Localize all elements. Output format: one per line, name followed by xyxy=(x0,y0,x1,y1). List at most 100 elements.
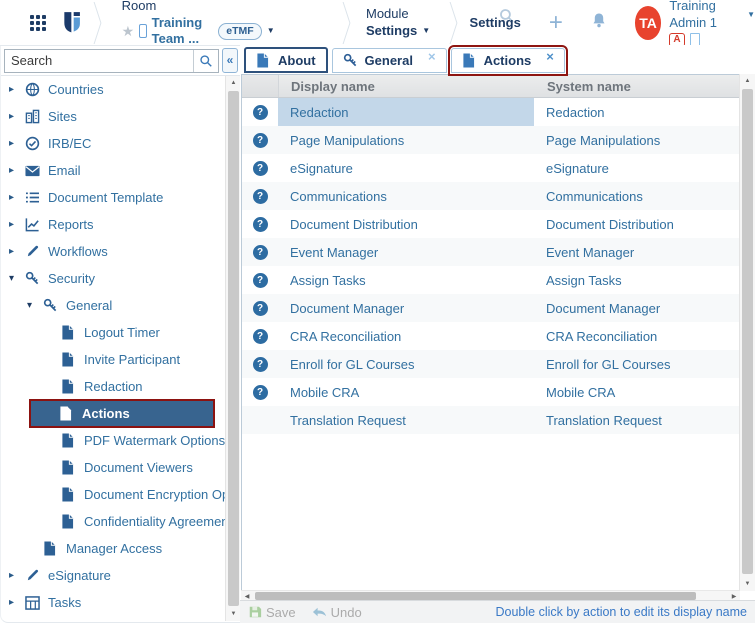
save-button[interactable]: Save xyxy=(248,605,296,620)
sidebar-item-redaction[interactable]: Redaction xyxy=(1,373,226,400)
system-name-cell[interactable]: Translation Request xyxy=(534,406,739,434)
sidebar-item-pdf-watermark-options[interactable]: PDF Watermark Options xyxy=(1,427,226,454)
expand-arrow-icon[interactable]: ▸ xyxy=(9,570,25,581)
sidebar-item-tasks[interactable]: ▸ Tasks xyxy=(1,589,226,616)
expand-arrow-icon[interactable]: ▾ xyxy=(9,273,25,284)
display-name-cell[interactable]: Page Manipulations xyxy=(278,126,534,154)
system-name-cell[interactable]: Event Manager xyxy=(534,238,739,266)
expand-arrow-icon[interactable]: ▸ xyxy=(9,597,25,608)
notifications-bell-icon[interactable] xyxy=(591,12,607,34)
app-grid-icon[interactable] xyxy=(30,15,46,31)
tab-actions[interactable]: Actions × xyxy=(451,48,565,73)
scroll-up-icon[interactable]: ▲ xyxy=(740,74,755,88)
sidebar-item-logout-timer[interactable]: Logout Timer xyxy=(1,319,226,346)
table-row[interactable]: ? Document Manager Document Manager xyxy=(242,294,739,322)
sidebar-item-sites[interactable]: ▸ Sites xyxy=(1,103,226,130)
sidebar-item-partial[interactable]: ▸ xyxy=(1,616,226,621)
sidebar-item-email[interactable]: ▸ Email xyxy=(1,157,226,184)
info-icon[interactable]: ? xyxy=(253,301,268,316)
sidebar-item-document-encryption-options[interactable]: Document Encryption Options xyxy=(1,481,226,508)
expand-arrow-icon[interactable]: ▸ xyxy=(9,192,25,203)
table-row[interactable]: ? Communications Communications xyxy=(242,182,739,210)
sidebar-scrollbar[interactable]: ▲ ▼ xyxy=(225,76,241,621)
add-icon[interactable]: + xyxy=(549,11,563,35)
room-caret-icon[interactable]: ▼ xyxy=(267,26,275,36)
info-icon[interactable]: ? xyxy=(253,385,268,400)
tab-close-icon[interactable]: × xyxy=(428,50,436,63)
sidebar-item-document-template[interactable]: ▸ Document Template xyxy=(1,184,226,211)
tab-general[interactable]: General × xyxy=(332,48,447,73)
table-row[interactable]: ? CRA Reconciliation CRA Reconciliation xyxy=(242,322,739,350)
system-name-cell[interactable]: eSignature xyxy=(534,154,739,182)
table-row[interactable]: ? eSignature eSignature xyxy=(242,154,739,182)
sidebar-item-manager-access[interactable]: Manager Access xyxy=(1,535,226,562)
system-name-cell[interactable]: Assign Tasks xyxy=(534,266,739,294)
info-icon[interactable]: ? xyxy=(253,161,268,176)
info-icon[interactable]: ? xyxy=(253,273,268,288)
display-name-cell[interactable]: Event Manager xyxy=(278,238,534,266)
expand-arrow-icon[interactable]: ▸ xyxy=(9,219,25,230)
table-row[interactable]: ? Assign Tasks Assign Tasks xyxy=(242,266,739,294)
column-header-system-name[interactable]: System name xyxy=(535,75,739,97)
expand-arrow-icon[interactable]: ▾ xyxy=(27,300,43,311)
sidebar-item-irb-ec[interactable]: ▸ IRB/EC xyxy=(1,130,226,157)
system-name-cell[interactable]: Mobile CRA xyxy=(534,378,739,406)
module-caret-icon[interactable]: ▼ xyxy=(422,26,430,36)
expand-arrow-icon[interactable]: ▸ xyxy=(9,165,25,176)
expand-arrow-icon[interactable]: ▸ xyxy=(9,246,25,257)
system-name-cell[interactable]: Page Manipulations xyxy=(534,126,739,154)
scroll-down-icon[interactable]: ▼ xyxy=(740,577,755,591)
scroll-up-icon[interactable]: ▲ xyxy=(226,76,241,90)
system-name-cell[interactable]: CRA Reconciliation xyxy=(534,322,739,350)
table-row[interactable]: ? Mobile CRA Mobile CRA xyxy=(242,378,739,406)
display-name-cell[interactable]: Translation Request xyxy=(278,406,534,434)
search-icon[interactable] xyxy=(193,50,218,72)
display-name-cell[interactable]: eSignature xyxy=(278,154,534,182)
sidebar-item-esignature[interactable]: ▸ eSignature xyxy=(1,562,226,589)
display-name-cell[interactable]: Document Distribution xyxy=(278,210,534,238)
expand-arrow-icon[interactable]: ▸ xyxy=(9,138,25,149)
scrollbar-thumb[interactable] xyxy=(228,91,239,606)
sidebar-item-invite-participant[interactable]: Invite Participant xyxy=(1,346,226,373)
display-name-cell[interactable]: Mobile CRA xyxy=(278,378,534,406)
display-name-cell[interactable]: Redaction xyxy=(278,98,534,126)
display-name-cell[interactable]: CRA Reconciliation xyxy=(278,322,534,350)
star-icon[interactable]: ★ xyxy=(122,24,135,38)
tab-close-icon[interactable]: × xyxy=(546,50,554,63)
column-header-display-name[interactable]: Display name xyxy=(279,75,535,97)
info-icon[interactable]: ? xyxy=(253,245,268,260)
table-row[interactable]: ? Redaction Redaction xyxy=(242,98,739,126)
display-name-cell[interactable]: Enroll for GL Courses xyxy=(278,350,534,378)
vault-logo-icon[interactable] xyxy=(62,8,82,38)
search-input[interactable] xyxy=(5,53,193,68)
info-icon[interactable]: ? xyxy=(253,133,268,148)
sidebar-item-workflows[interactable]: ▸ Workflows xyxy=(1,238,226,265)
sidebar-item-general[interactable]: ▾ General xyxy=(1,292,226,319)
display-name-cell[interactable]: Assign Tasks xyxy=(278,266,534,294)
system-name-cell[interactable]: Redaction xyxy=(534,98,739,126)
scrollbar-thumb[interactable] xyxy=(742,89,753,574)
collapse-sidebar-icon[interactable]: « xyxy=(222,48,238,73)
system-name-cell[interactable]: Enroll for GL Courses xyxy=(534,350,739,378)
system-name-cell[interactable]: Communications xyxy=(534,182,739,210)
expand-arrow-icon[interactable]: ▸ xyxy=(9,84,25,95)
sidebar-item-security[interactable]: ▾ Security xyxy=(1,265,226,292)
module-value[interactable]: Settings xyxy=(366,23,417,39)
info-icon[interactable]: ? xyxy=(253,189,268,204)
table-row[interactable]: ? Enroll for GL Courses Enroll for GL Co… xyxy=(242,350,739,378)
sidebar-item-confidentiality-agreement[interactable]: Confidentiality Agreement xyxy=(1,508,226,535)
info-icon[interactable]: ? xyxy=(253,329,268,344)
table-row[interactable]: ? Document Distribution Document Distrib… xyxy=(242,210,739,238)
info-icon[interactable]: ? xyxy=(253,217,268,232)
display-name-cell[interactable]: Communications xyxy=(278,182,534,210)
room-name[interactable]: Training Team ... xyxy=(152,15,214,48)
undo-button[interactable]: Undo xyxy=(312,605,362,620)
display-name-cell[interactable]: Document Manager xyxy=(278,294,534,322)
system-name-cell[interactable]: Document Manager xyxy=(534,294,739,322)
avatar[interactable]: TA xyxy=(635,6,661,40)
tab-about[interactable]: About xyxy=(244,47,328,73)
user-menu[interactable]: Training Admin 1 ▼ A xyxy=(669,0,755,47)
sidebar-item-actions[interactable]: Actions xyxy=(31,401,213,426)
table-row[interactable]: Translation Request Translation Request xyxy=(242,406,739,434)
scrollbar-thumb[interactable] xyxy=(255,592,696,600)
